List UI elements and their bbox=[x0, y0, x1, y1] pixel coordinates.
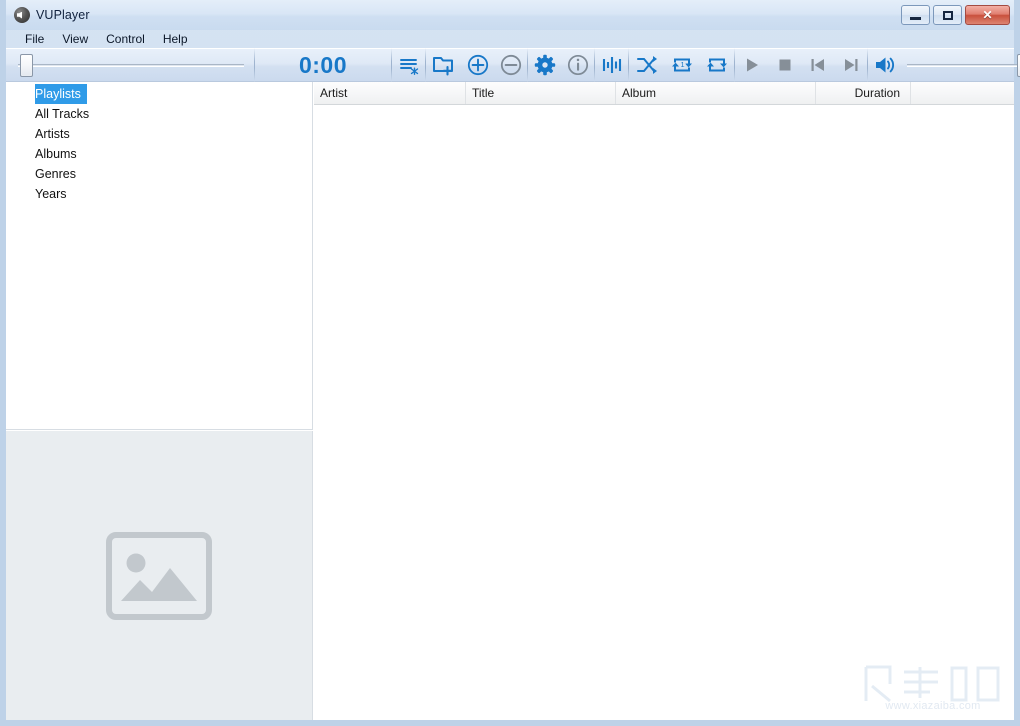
sidebar-item-genres[interactable]: Genres bbox=[6, 164, 312, 184]
close-icon: ✕ bbox=[982, 8, 993, 22]
seek-slider[interactable] bbox=[6, 48, 254, 82]
volume-slider[interactable] bbox=[903, 48, 1020, 82]
maximize-icon bbox=[942, 10, 953, 20]
menu-control[interactable]: Control bbox=[97, 30, 154, 48]
column-header-album[interactable]: Album bbox=[616, 82, 816, 104]
main-area: Playlists All Tracks Artists Albums Genr… bbox=[6, 82, 1014, 720]
sidebar-item-artists[interactable]: Artists bbox=[6, 124, 312, 144]
visualiser-icon[interactable] bbox=[595, 48, 628, 82]
volume-track[interactable] bbox=[907, 64, 1020, 67]
repeat-one-icon[interactable]: 1 bbox=[664, 48, 699, 82]
menu-bar: File View Control Help bbox=[6, 30, 1014, 48]
time-display: 0:00 bbox=[255, 48, 391, 82]
playlist-view[interactable]: Artist Title Album Duration bbox=[314, 82, 1014, 720]
info-icon[interactable] bbox=[561, 48, 594, 82]
elapsed-time-label: 0:00 bbox=[298, 51, 348, 78]
volume-icon[interactable] bbox=[868, 48, 903, 82]
playlist-header: Artist Title Album Duration bbox=[314, 82, 1014, 105]
minimize-button[interactable] bbox=[901, 5, 930, 25]
speaker-icon bbox=[14, 7, 30, 23]
app-window: VUPlayer ✕ File View Control Help 0:00 1… bbox=[0, 0, 1020, 726]
sidebar-item-albums[interactable]: Albums bbox=[6, 144, 312, 164]
close-button[interactable]: ✕ bbox=[965, 5, 1010, 25]
tree-row: Playlists bbox=[6, 84, 312, 104]
playlist-add-icon[interactable] bbox=[392, 48, 425, 82]
seek-track[interactable] bbox=[18, 64, 244, 67]
svg-text:1: 1 bbox=[680, 60, 684, 69]
playlist-rows[interactable] bbox=[314, 105, 1014, 720]
play-icon[interactable] bbox=[735, 48, 768, 82]
next-icon[interactable] bbox=[834, 48, 867, 82]
window-controls: ✕ bbox=[901, 5, 1010, 25]
menu-view[interactable]: View bbox=[53, 30, 97, 48]
sidebar-item-all-tracks[interactable]: All Tracks bbox=[6, 104, 312, 124]
column-header-title[interactable]: Title bbox=[466, 82, 616, 104]
library-tree[interactable]: Playlists All Tracks Artists Albums Genr… bbox=[6, 82, 313, 430]
image-placeholder-icon bbox=[106, 531, 212, 620]
sidebar-item-playlists[interactable]: Playlists bbox=[35, 84, 87, 104]
shuffle-icon[interactable] bbox=[629, 48, 664, 82]
window-title: VUPlayer bbox=[36, 8, 90, 22]
add-files-icon[interactable] bbox=[461, 48, 494, 82]
stop-icon[interactable] bbox=[768, 48, 801, 82]
seek-thumb[interactable] bbox=[20, 54, 33, 77]
settings-gear-icon[interactable] bbox=[528, 48, 561, 82]
column-header-artist[interactable]: Artist bbox=[314, 82, 466, 104]
previous-icon[interactable] bbox=[801, 48, 834, 82]
column-header-filler[interactable] bbox=[911, 82, 1014, 104]
sidebar-item-years[interactable]: Years bbox=[6, 184, 312, 204]
maximize-button[interactable] bbox=[933, 5, 962, 25]
menu-file[interactable]: File bbox=[16, 30, 53, 48]
menu-help[interactable]: Help bbox=[154, 30, 197, 48]
title-bar[interactable]: VUPlayer ✕ bbox=[6, 0, 1014, 30]
minimize-icon bbox=[910, 16, 921, 20]
repeat-all-icon[interactable] bbox=[699, 48, 734, 82]
artwork-panel[interactable] bbox=[6, 431, 313, 720]
column-header-duration[interactable]: Duration bbox=[816, 82, 911, 104]
new-playlist-folder-icon[interactable] bbox=[426, 48, 461, 82]
remove-files-icon[interactable] bbox=[494, 48, 527, 82]
toolbar: 0:00 1 bbox=[6, 48, 1020, 82]
